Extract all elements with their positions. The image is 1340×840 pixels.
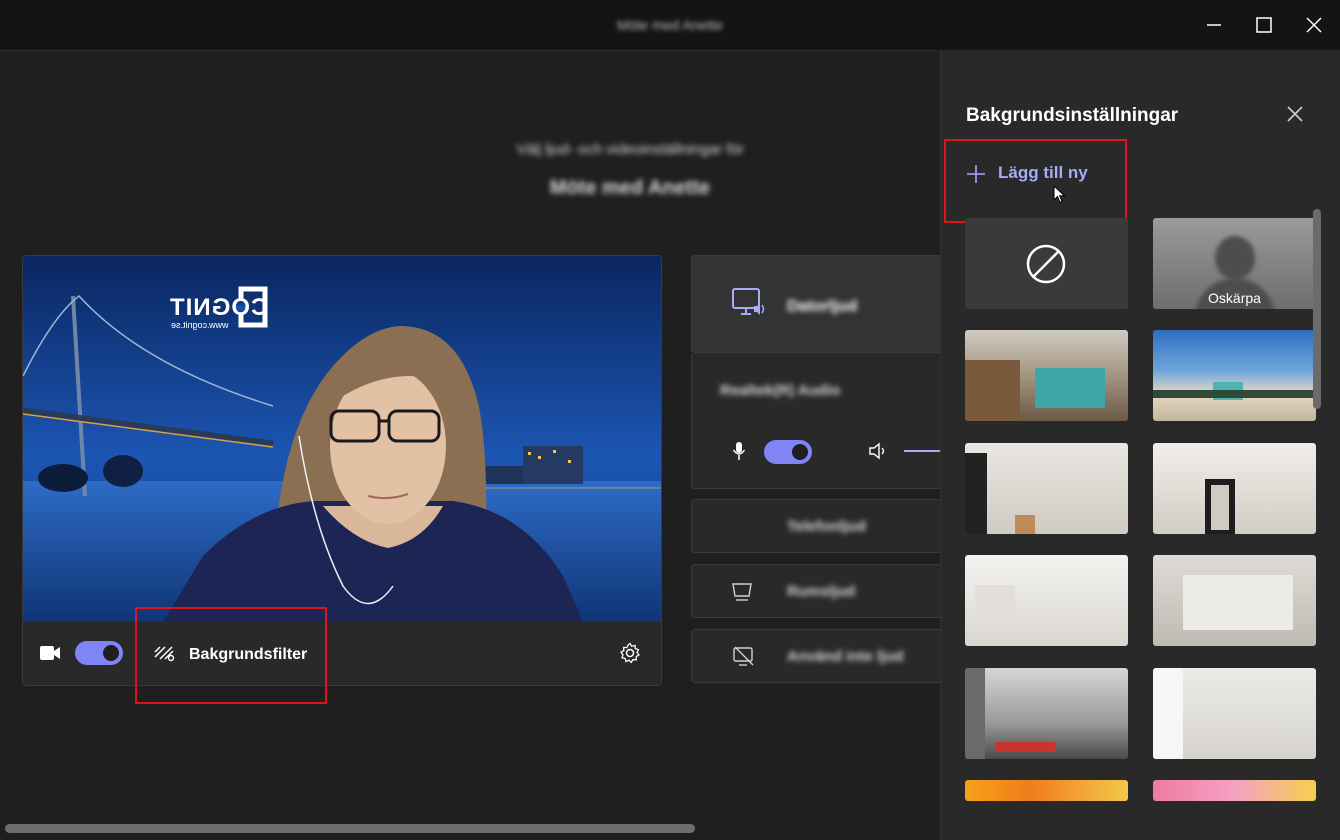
red-sofa bbox=[995, 742, 1055, 752]
title-bar: Möte med Anette bbox=[0, 0, 1340, 51]
none-icon bbox=[1026, 244, 1066, 284]
background-white-studio[interactable] bbox=[1153, 555, 1316, 646]
background-beach-lifeguard[interactable] bbox=[1153, 330, 1316, 421]
background-plain-room[interactable] bbox=[1153, 668, 1316, 759]
close-panel-icon[interactable] bbox=[1285, 104, 1305, 124]
no-audio-icon bbox=[733, 646, 754, 666]
background-pink-balls[interactable] bbox=[1153, 780, 1316, 801]
phone-audio-label: Telefonljud bbox=[787, 518, 866, 535]
panel-title: Bakgrundsinställningar bbox=[966, 105, 1179, 126]
background-orange-bubbles[interactable] bbox=[965, 780, 1128, 801]
background-none-option[interactable] bbox=[965, 218, 1128, 309]
mirror-glass bbox=[1211, 485, 1229, 530]
background-settings-panel: Bakgrundsinställningar Lägg till ny Oskä… bbox=[940, 51, 1340, 840]
blur-label: Oskärpa bbox=[1208, 290, 1261, 306]
microphone-toggle[interactable] bbox=[764, 440, 812, 464]
video-logo-url: www.cognit.se bbox=[171, 320, 229, 330]
video-preview-card: COGNIT www.cognit.se Bakgrundsfilter bbox=[22, 255, 662, 686]
background-white-room-1[interactable] bbox=[965, 443, 1128, 534]
pillar bbox=[965, 668, 985, 759]
background-office-lockers[interactable] bbox=[965, 330, 1128, 421]
panel-scrollbar[interactable] bbox=[1313, 209, 1321, 409]
video-logo-text: COGNIT bbox=[169, 294, 269, 321]
computer-audio-label: Datorljud bbox=[787, 298, 858, 315]
settings-gear-icon[interactable] bbox=[619, 642, 641, 664]
no-audio-option[interactable]: Använd inte ljud bbox=[691, 629, 951, 683]
microphone-icon bbox=[732, 442, 746, 460]
highlight-box-background-filter bbox=[135, 607, 327, 704]
studio-backdrop bbox=[1183, 575, 1293, 630]
computer-audio-settings: Realtek(R) Audio bbox=[691, 353, 964, 489]
palm-row bbox=[1153, 390, 1316, 398]
loft-wall bbox=[975, 585, 1015, 615]
minimize-icon[interactable] bbox=[1201, 12, 1227, 38]
lockers bbox=[1035, 368, 1105, 408]
close-icon[interactable] bbox=[1301, 12, 1327, 38]
window-title: Möte med Anette bbox=[617, 17, 723, 33]
background-blur-option[interactable]: Oskärpa bbox=[1153, 218, 1316, 309]
camera-icon bbox=[40, 646, 60, 660]
room-audio-option[interactable]: Rumsljud bbox=[691, 564, 951, 618]
prejoin-area: Välj ljud- och videoinställningar för Mö… bbox=[0, 51, 964, 840]
maximize-icon[interactable] bbox=[1251, 12, 1277, 38]
horizontal-scrollbar[interactable] bbox=[5, 824, 695, 833]
computer-audio-option[interactable]: Datorljud bbox=[691, 255, 951, 353]
audio-device-label: Realtek(R) Audio bbox=[720, 382, 841, 399]
shelves bbox=[965, 360, 1020, 421]
door bbox=[1015, 515, 1035, 534]
computer-audio-icon bbox=[732, 288, 765, 315]
window-frame bbox=[965, 453, 987, 534]
background-white-loft[interactable] bbox=[965, 555, 1128, 646]
wall-light bbox=[1153, 668, 1183, 759]
background-industrial-loft[interactable] bbox=[965, 668, 1128, 759]
camera-preview: COGNIT www.cognit.se bbox=[23, 256, 661, 622]
speaker-volume-icon bbox=[869, 442, 885, 460]
room-audio-label: Rumsljud bbox=[787, 583, 856, 600]
phone-audio-option[interactable]: Telefonljud bbox=[691, 499, 951, 553]
background-white-room-2[interactable] bbox=[1153, 443, 1316, 534]
room-audio-icon bbox=[732, 583, 752, 601]
video-controls-bar: Bakgrundsfilter bbox=[23, 622, 661, 685]
camera-toggle[interactable] bbox=[75, 641, 123, 665]
no-audio-label: Använd inte ljud bbox=[787, 648, 904, 665]
blur-avatar-silhouette bbox=[1215, 236, 1255, 280]
virtual-background-image bbox=[23, 256, 661, 622]
highlight-box-add-new bbox=[944, 139, 1127, 223]
